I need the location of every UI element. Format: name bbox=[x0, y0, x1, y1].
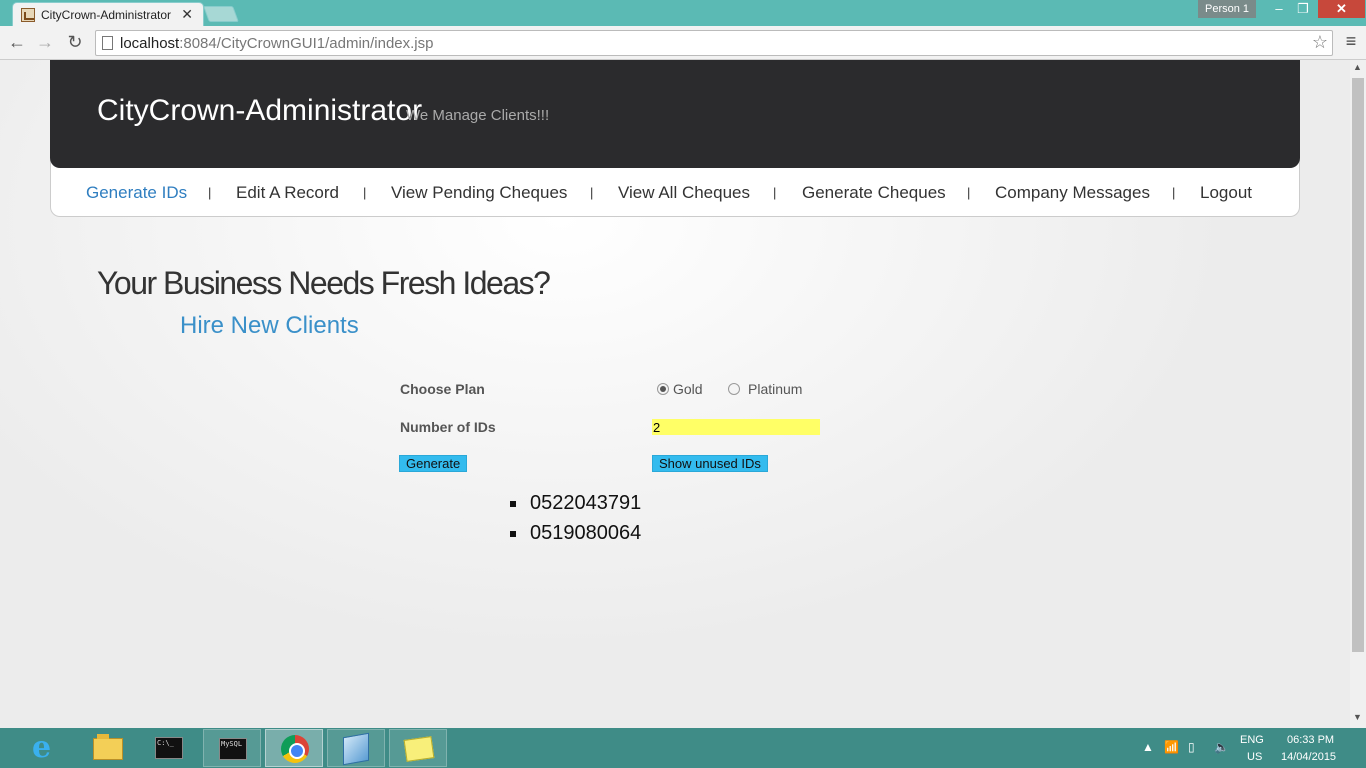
volume-icon[interactable]: 🔈 bbox=[1214, 740, 1229, 754]
minimize-icon[interactable]: ‒ bbox=[1266, 0, 1292, 18]
mysql-console-icon: MySQL bbox=[219, 738, 247, 760]
taskbar-mysql-console[interactable]: MySQL bbox=[203, 729, 261, 767]
scroll-down-icon[interactable]: ▼ bbox=[1353, 712, 1362, 722]
clock-date[interactable]: 14/04/2015 bbox=[1281, 751, 1336, 763]
sticky-notes-icon bbox=[403, 736, 435, 762]
address-bar[interactable]: localhost:8084/CityCrownGUI1/admin/index… bbox=[95, 30, 1333, 56]
taskbar-command-prompt[interactable]: C:\_ bbox=[140, 729, 198, 767]
scroll-thumb[interactable] bbox=[1352, 78, 1364, 652]
menu-company-messages[interactable]: Company Messages bbox=[995, 183, 1150, 203]
command-prompt-icon: C:\_ bbox=[155, 737, 183, 759]
input-region[interactable]: US bbox=[1247, 751, 1262, 763]
site-header: CityCrown-Administrator We Manage Client… bbox=[50, 60, 1300, 168]
hero-subheadline: Hire New Clients bbox=[180, 312, 359, 339]
scroll-up-icon[interactable]: ▲ bbox=[1353, 62, 1362, 72]
browser-toolbar: ← → ↻ localhost:8084/CityCrownGUI1/admin… bbox=[0, 26, 1366, 60]
input-language[interactable]: ENG bbox=[1240, 734, 1264, 746]
hero-headline: Your Business Needs Fresh Ideas? bbox=[97, 265, 551, 301]
hamburger-menu-icon[interactable]: ≡ bbox=[1342, 31, 1360, 52]
show-unused-ids-button[interactable]: Show unused IDs bbox=[652, 455, 768, 472]
nav-menu: Generate IDs | Edit A Record | View Pend… bbox=[0, 183, 1300, 207]
choose-plan-label: Choose Plan bbox=[400, 381, 485, 397]
browser-titlebar: CityCrown-Administrator ✕ Person 1 ‒ ❐ ✕ bbox=[0, 0, 1366, 26]
menu-separator: | bbox=[208, 185, 212, 200]
tab-title: CityCrown-Administrator bbox=[41, 8, 172, 22]
plan-gold-radio[interactable] bbox=[657, 383, 669, 395]
new-tab-button[interactable] bbox=[203, 6, 239, 22]
chrome-icon bbox=[281, 735, 309, 763]
browser-tab[interactable]: CityCrown-Administrator ✕ bbox=[12, 2, 204, 26]
list-item: 0522043791 bbox=[510, 492, 641, 522]
menu-edit-record[interactable]: Edit A Record bbox=[236, 183, 339, 203]
generated-ids-list: 0522043791 0519080064 bbox=[510, 492, 641, 552]
number-of-ids-input[interactable] bbox=[652, 419, 820, 435]
plan-platinum-label[interactable]: Platinum bbox=[748, 381, 802, 397]
network-icon[interactable]: 📶 bbox=[1164, 740, 1179, 754]
profile-button[interactable]: Person 1 bbox=[1198, 0, 1256, 18]
clock-time[interactable]: 06:33 PM bbox=[1287, 734, 1334, 746]
taskbar-file-explorer[interactable] bbox=[78, 729, 136, 767]
menu-separator: | bbox=[590, 185, 594, 200]
number-of-ids-label: Number of IDs bbox=[400, 419, 496, 435]
back-arrow-icon[interactable]: ← bbox=[6, 32, 28, 53]
page-icon bbox=[102, 36, 113, 50]
reload-icon[interactable]: ↻ bbox=[64, 32, 86, 53]
internet-explorer-icon: e bbox=[32, 730, 52, 765]
site-tagline: We Manage Clients!!! bbox=[406, 107, 550, 124]
folder-icon bbox=[93, 734, 123, 760]
menu-logout[interactable]: Logout bbox=[1200, 183, 1252, 203]
menu-separator: | bbox=[967, 185, 971, 200]
favicon-icon bbox=[21, 8, 35, 22]
menu-view-pending-cheques[interactable]: View Pending Cheques bbox=[391, 183, 567, 203]
menu-separator: | bbox=[773, 185, 777, 200]
menu-separator: | bbox=[1172, 185, 1176, 200]
vertical-scrollbar[interactable]: ▲ ▼ bbox=[1350, 60, 1366, 728]
plan-platinum-radio[interactable] bbox=[728, 383, 740, 395]
maximize-icon[interactable]: ❐ bbox=[1290, 0, 1316, 18]
battery-icon[interactable]: ▯ bbox=[1188, 740, 1195, 754]
generate-button[interactable]: Generate bbox=[399, 455, 468, 472]
taskbar-internet-explorer[interactable]: e bbox=[16, 729, 74, 767]
menu-generate-ids[interactable]: Generate IDs bbox=[86, 183, 187, 203]
list-item: 0519080064 bbox=[510, 522, 641, 552]
close-tab-icon[interactable]: ✕ bbox=[181, 6, 193, 23]
menu-separator: | bbox=[363, 185, 367, 200]
window-close-icon[interactable]: ✕ bbox=[1318, 0, 1365, 18]
taskbar: e C:\_ MySQL ▲ 📶 ▯ 🔈 ENG US 06:33 PM 14/… bbox=[0, 728, 1366, 768]
virtualbox-icon bbox=[343, 732, 369, 766]
plan-gold-label[interactable]: Gold bbox=[673, 381, 703, 397]
taskbar-chrome[interactable] bbox=[265, 729, 323, 767]
menu-generate-cheques[interactable]: Generate Cheques bbox=[802, 183, 946, 203]
bookmark-star-icon[interactable]: ☆ bbox=[1312, 32, 1328, 53]
site-logo[interactable]: CityCrown-Administrator bbox=[97, 94, 422, 128]
taskbar-virtualbox[interactable] bbox=[327, 729, 385, 767]
menu-view-all-cheques[interactable]: View All Cheques bbox=[618, 183, 750, 203]
page-viewport: CityCrown-Administrator We Manage Client… bbox=[0, 60, 1350, 728]
forward-arrow-icon[interactable]: → bbox=[34, 32, 56, 53]
taskbar-sticky-notes[interactable] bbox=[389, 729, 447, 767]
show-hidden-icons-icon[interactable]: ▲ bbox=[1142, 740, 1154, 754]
url-text: localhost:8084/CityCrownGUI1/admin/index… bbox=[120, 35, 434, 52]
